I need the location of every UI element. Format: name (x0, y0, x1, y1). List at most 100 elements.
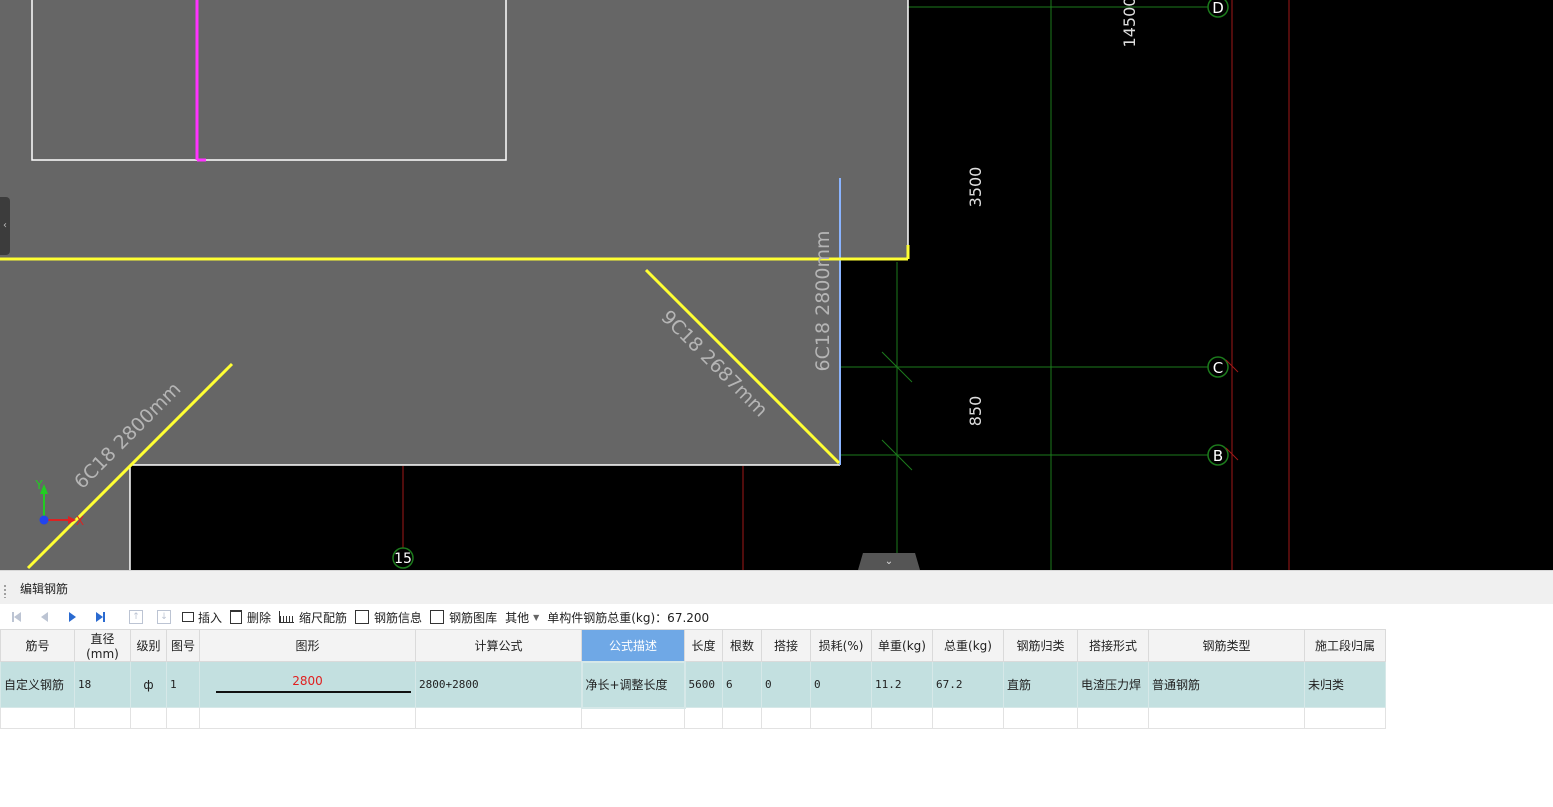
last-record-button[interactable] (86, 606, 114, 628)
empty-cell[interactable] (761, 707, 811, 729)
cell-lap[interactable]: 0 (761, 661, 811, 708)
rebar-info-button[interactable]: 钢筋信息 (351, 606, 426, 628)
ruler-icon (279, 611, 295, 623)
first-record-icon (11, 612, 21, 622)
empty-cell[interactable] (871, 707, 933, 729)
other-dropdown[interactable]: 其他 ▼ (501, 606, 543, 628)
move-down-button[interactable]: ↓ (150, 606, 178, 628)
cell-unit-weight[interactable]: 11.2 (871, 661, 933, 708)
dimension-label: 3500 (966, 167, 985, 208)
prev-record-icon (40, 612, 48, 622)
cell-formula-desc[interactable]: 净长+调整长度 (580, 660, 686, 709)
col-header-category[interactable]: 钢筋归类 (1003, 629, 1078, 662)
table-row-empty[interactable] (0, 707, 1386, 729)
cell-grade[interactable]: ф (130, 661, 167, 708)
chevron-down-icon: ⌄ (884, 556, 894, 567)
ucs-y-label: Y (34, 478, 43, 492)
move-up-button[interactable]: ↑ (122, 606, 150, 628)
col-header-stage[interactable]: 施工段归属 (1304, 629, 1386, 662)
table-row[interactable]: 自定义钢筋 18 ф 1 2800 2800+2800 净长+调整长度 5600… (0, 660, 1386, 709)
cell-rebar-type[interactable]: 普通钢筋 (1148, 661, 1305, 708)
shape-length-label: 2800 (292, 674, 323, 688)
col-header-formula[interactable]: 计算公式 (415, 629, 582, 662)
axis-label-15: 15 (394, 551, 412, 567)
delete-button[interactable]: 删除 (226, 606, 275, 628)
cell-lap-type[interactable]: 电渣压力焊 (1077, 661, 1149, 708)
first-record-button[interactable] (2, 606, 30, 628)
move-up-icon: ↑ (129, 610, 143, 624)
panel-collapse-handle[interactable]: ⌄ (858, 553, 920, 570)
empty-cell[interactable] (1304, 707, 1386, 729)
next-record-icon (68, 612, 76, 622)
scale-rebar-button[interactable]: 缩尺配筋 (275, 606, 351, 628)
empty-cell[interactable] (581, 707, 685, 729)
straight-rebar-shape-icon (216, 691, 411, 693)
empty-cell[interactable] (722, 707, 762, 729)
cell-stage[interactable]: 未归类 (1304, 661, 1386, 708)
rebar-table: 筋号 直径(mm) 级别 图号 图形 计算公式 公式描述 长度 根数 搭接 损耗… (0, 629, 1386, 729)
col-header-grade[interactable]: 级别 (130, 629, 167, 662)
empty-cell[interactable] (1003, 707, 1078, 729)
cell-shape[interactable]: 2800 (199, 661, 416, 708)
col-header-formula-desc[interactable]: 公式描述 (581, 629, 685, 662)
empty-cell[interactable] (810, 707, 872, 729)
slab-region[interactable] (0, 0, 908, 570)
rebar-library-button[interactable]: 钢筋图库 (426, 606, 501, 628)
empty-cell[interactable] (166, 707, 200, 729)
dimension-label: 14500 (1120, 0, 1139, 47)
axis-label-b: B (1213, 447, 1223, 465)
cell-fig-no[interactable]: 1 (166, 661, 200, 708)
col-header-total-weight[interactable]: 总重(kg) (932, 629, 1004, 662)
empty-cell[interactable] (130, 707, 167, 729)
cad-canvas[interactable]: D C B 15 14500 3500 850 6C18 2800mm 6C18… (0, 0, 1553, 570)
cell-category[interactable]: 直筋 (1003, 661, 1078, 708)
total-weight-label: 单构件钢筋总重(kg)：67.200 (547, 610, 710, 625)
empty-cell[interactable] (932, 707, 1004, 729)
ucs-origin-icon (39, 515, 49, 525)
col-header-length[interactable]: 长度 (684, 629, 723, 662)
empty-cell[interactable] (1077, 707, 1149, 729)
rebar-toolbar: ↑ ↓ 插入 删除 缩尺配筋 钢筋信息 钢筋图库 其他 ▼ 单构件钢筋总重(kg… (0, 604, 1553, 630)
caret-down-icon: ▼ (533, 612, 540, 622)
rebar-library-label: 钢筋图库 (449, 610, 498, 625)
insert-label: 插入 (198, 610, 223, 625)
insert-button[interactable]: 插入 (178, 606, 226, 628)
trash-icon (230, 610, 243, 624)
col-header-loss[interactable]: 损耗(%) (810, 629, 872, 662)
cell-name[interactable]: 自定义钢筋 (0, 661, 75, 708)
move-down-icon: ↓ (157, 610, 171, 624)
prev-record-button[interactable] (30, 606, 58, 628)
insert-icon (182, 612, 194, 622)
axis-label-c: C (1213, 359, 1223, 377)
drag-grip-icon[interactable] (3, 584, 7, 598)
empty-cell[interactable] (74, 707, 131, 729)
col-header-diameter[interactable]: 直径(mm) (74, 629, 131, 662)
cell-loss[interactable]: 0 (810, 661, 872, 708)
empty-cell[interactable] (199, 707, 416, 729)
cell-count[interactable]: 6 (722, 661, 762, 708)
col-header-rebar-type[interactable]: 钢筋类型 (1148, 629, 1305, 662)
rebar-label: 6C18 2800mm (812, 231, 834, 372)
chevron-left-icon: ‹ (3, 220, 7, 231)
empty-cell[interactable] (0, 707, 75, 729)
panel-title: 编辑钢筋 (20, 582, 69, 596)
cell-length[interactable]: 5600 (684, 661, 723, 708)
col-header-unit-weight[interactable]: 单重(kg) (871, 629, 933, 662)
cell-total-weight[interactable]: 67.2 (932, 661, 1004, 708)
cell-formula[interactable]: 2800+2800 (415, 661, 582, 708)
empty-cell[interactable] (1148, 707, 1305, 729)
col-header-name[interactable]: 筋号 (0, 629, 75, 662)
col-header-lap-type[interactable]: 搭接形式 (1077, 629, 1149, 662)
panel-title-bar[interactable]: 编辑钢筋 (0, 570, 1553, 604)
col-header-fig-no[interactable]: 图号 (166, 629, 200, 662)
col-header-count[interactable]: 根数 (722, 629, 762, 662)
col-header-shape[interactable]: 图形 (199, 629, 416, 662)
cell-diameter[interactable]: 18 (74, 661, 131, 708)
next-record-button[interactable] (58, 606, 86, 628)
col-header-lap[interactable]: 搭接 (761, 629, 811, 662)
empty-cell[interactable] (415, 707, 582, 729)
sidebar-collapse-handle[interactable]: ‹ (0, 197, 10, 255)
cad-drawing[interactable]: D C B 15 14500 3500 850 6C18 2800mm 6C18… (0, 0, 1553, 570)
empty-cell[interactable] (684, 707, 723, 729)
edit-rebar-panel: 编辑钢筋 ↑ ↓ 插入 删除 缩尺配筋 钢筋信息 钢筋图库 其他 ▼ 单构件钢筋… (0, 570, 1553, 807)
